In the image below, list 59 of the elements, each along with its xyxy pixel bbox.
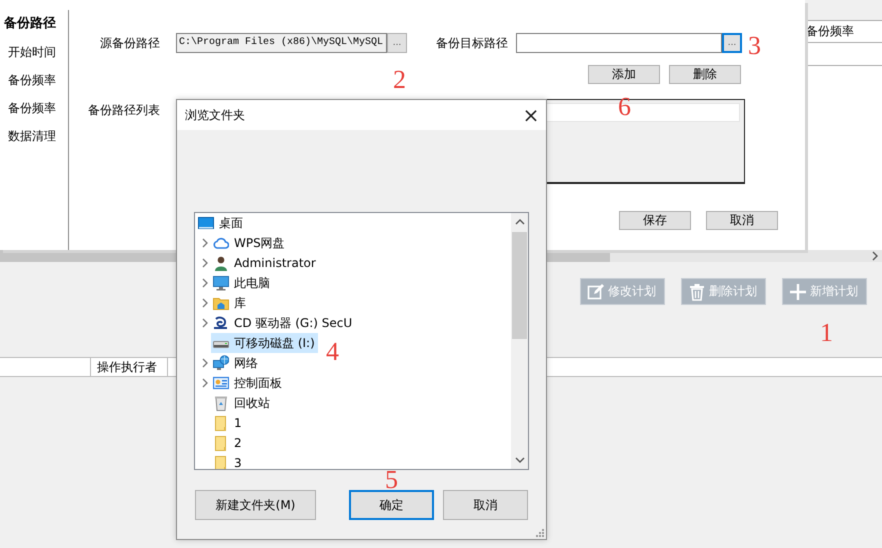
tree-item[interactable]: 控制面板 [196,373,285,393]
network-icon [213,355,229,371]
resize-grip-icon [536,529,544,537]
browse-button[interactable]: ... [387,33,407,53]
field-label: 备份目标路径 [436,34,508,52]
tree-item[interactable]: 桌面 [196,213,246,233]
delete-button[interactable]: 删除 [669,65,741,84]
recycle-bin-icon [213,395,229,411]
desktop-icon [198,215,214,231]
folder-icon [213,295,229,311]
annotation-number: 6 [618,93,631,121]
cancel-button[interactable]: 取消 [706,211,778,230]
tree-item[interactable]: 回收站 [196,393,273,413]
tree-item[interactable]: CD 驱动器 (G:) SecU [196,313,356,333]
cloud-icon [213,235,229,251]
column-header: 操作执行者 [91,358,168,376]
annotation-number: 3 [748,32,761,60]
nav-item[interactable]: 开始时间 [0,38,68,66]
monitor-icon [213,275,229,291]
disc-drive-icon [213,315,229,331]
trash-icon [688,282,706,300]
add-button[interactable]: 添加 [588,65,660,84]
nav-item[interactable]: 备份频率 [0,66,68,94]
annotation-number: 4 [326,338,339,366]
save-button[interactable]: 保存 [619,211,691,230]
field-label: 备份路径列表 [87,102,160,119]
nav-item[interactable]: 备份频率 [0,94,68,122]
cancel-button[interactable]: 取消 [443,490,528,520]
ok-button[interactable]: 确定 [349,490,434,520]
folder-icon [213,415,229,431]
window-title: 浏览文件夹 [185,106,245,124]
path-field[interactable]: C:\Program Files (x86)\MySQL\MySQL [176,33,387,53]
browse-button[interactable]: ... [722,33,742,53]
tree-item[interactable]: 2 [196,433,245,453]
folder-icon [213,435,229,451]
scroll-right-icon [871,251,879,261]
control-panel-icon [213,375,229,391]
nav-item[interactable]: 数据清理 [0,122,68,150]
scroll-down-icon [514,456,524,464]
close-button[interactable]: × [516,100,546,130]
tree-item[interactable]: WPS网盘 [196,233,288,253]
vertical-scrollbar[interactable] [511,213,528,469]
folder-icon [213,455,229,469]
user-icon [213,255,229,271]
tree-item[interactable]: 网络 [196,353,261,373]
tree-item[interactable]: 1 [196,413,245,433]
tree-item[interactable]: Administrator [196,253,319,273]
annotation-number: 1 [820,319,833,347]
tree-item[interactable]: 此电脑 [196,273,273,293]
field-label: 源备份路径 [99,34,160,52]
edit-icon [587,282,605,300]
new-folder-button[interactable]: 新建文件夹(M) [195,490,316,520]
tree-item[interactable]: 3 [196,453,245,469]
scroll-up-icon [514,218,524,226]
plus-icon [789,282,807,300]
nav-item[interactable]: 备份路径 [0,10,68,38]
tree-item[interactable]: 库 [196,293,249,313]
annotation-number: 2 [393,66,406,94]
path-field[interactable] [516,33,722,53]
